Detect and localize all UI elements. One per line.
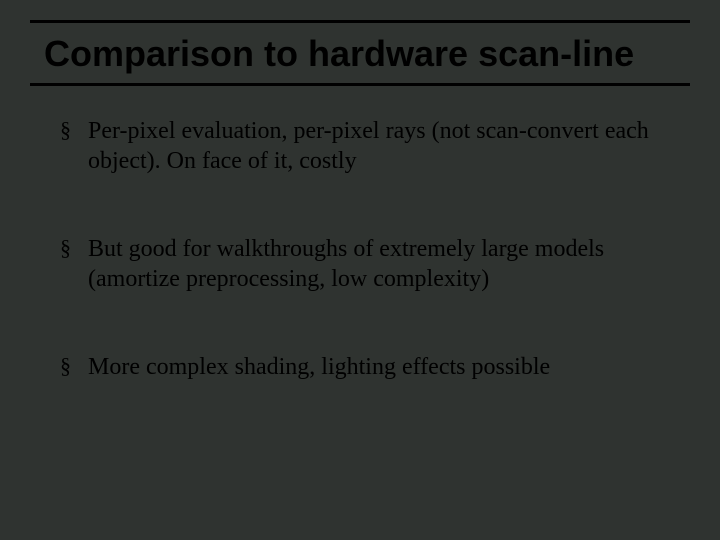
bullet-item: More complex shading, lighting effects p… xyxy=(60,352,670,382)
bullet-item: Per-pixel evaluation, per-pixel rays (no… xyxy=(60,116,670,176)
title-rule-top xyxy=(30,20,690,23)
title-rule-bottom xyxy=(30,83,690,86)
bullet-list: Per-pixel evaluation, per-pixel rays (no… xyxy=(30,116,690,382)
bullet-item: But good for walkthroughs of extremely l… xyxy=(60,234,670,294)
slide-title: Comparison to hardware scan-line xyxy=(44,33,690,75)
slide: Comparison to hardware scan-line Per-pix… xyxy=(0,20,720,540)
